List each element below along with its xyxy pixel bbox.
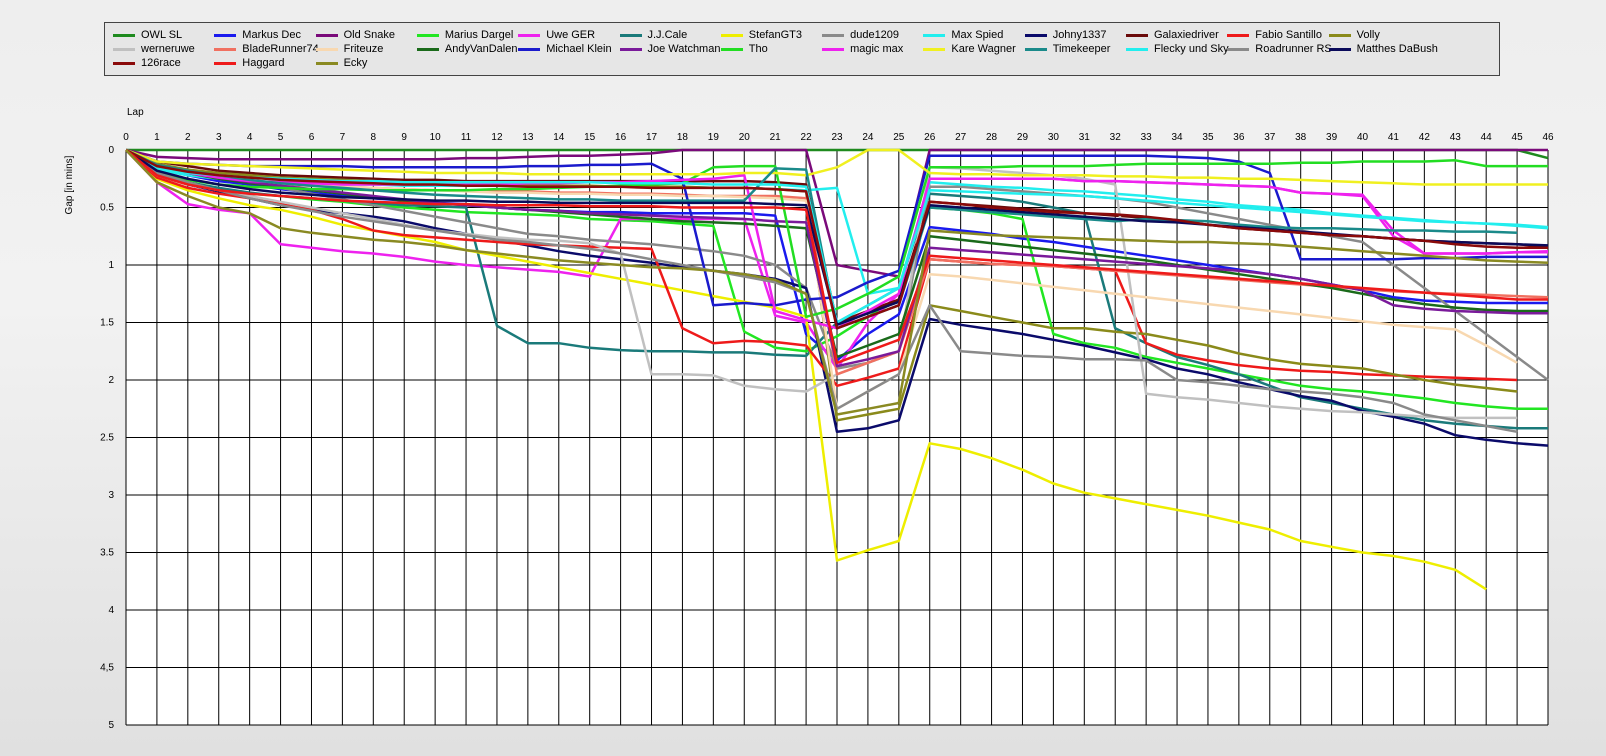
y-tick-label: 3.5: [100, 548, 114, 559]
x-tick-label: 9: [401, 132, 407, 143]
x-tick-label: 31: [1079, 132, 1091, 143]
x-tick-label: 37: [1264, 132, 1276, 143]
x-tick-label: 17: [646, 132, 658, 143]
x-tick-label: 0: [123, 132, 129, 143]
x-tick-label: 8: [371, 132, 377, 143]
x-tick-label: 43: [1450, 132, 1462, 143]
y-tick-label: 2: [108, 375, 114, 386]
x-tick-label: 28: [986, 132, 998, 143]
y-tick-label: 1.5: [100, 318, 114, 329]
x-tick-label: 14: [553, 132, 565, 143]
y-axis-title: Gap [in mins]: [64, 155, 75, 214]
x-tick-label: 13: [522, 132, 534, 143]
x-tick-label: 3: [216, 132, 222, 143]
y-tick-label: 4,5: [100, 663, 114, 674]
x-tick-label: 4: [247, 132, 253, 143]
x-tick-label: 38: [1295, 132, 1307, 143]
x-tick-label: 12: [491, 132, 503, 143]
x-tick-label: 7: [340, 132, 346, 143]
x-tick-label: 41: [1388, 132, 1400, 143]
x-tick-label: 22: [801, 132, 813, 143]
x-tick-label: 30: [1048, 132, 1060, 143]
x-tick-label: 21: [770, 132, 782, 143]
y-tick-label: 1: [108, 260, 114, 271]
x-tick-label: 15: [584, 132, 596, 143]
x-tick-label: 32: [1110, 132, 1122, 143]
x-tick-label: 36: [1233, 132, 1245, 143]
x-tick-label: 26: [924, 132, 936, 143]
x-tick-label: 39: [1326, 132, 1338, 143]
x-tick-label: 18: [677, 132, 689, 143]
x-tick-label: 10: [430, 132, 442, 143]
lap-chart: 0 1 2 3 4 5 6 7 8 9 10 11 12 13 14 15 16 17 18 19 20 21 22 23 24…: [64, 107, 1554, 731]
x-tick-label: 5: [278, 132, 284, 143]
x-tick-label: 45: [1512, 132, 1524, 143]
x-tick-label: 33: [1141, 132, 1153, 143]
x-tick-label: 44: [1481, 132, 1493, 143]
y-tick-label: 0: [108, 145, 114, 156]
x-tick-label: 34: [1171, 132, 1183, 143]
y-tick-label: 2.5: [100, 433, 114, 444]
y-tick-label: 0.5: [100, 203, 114, 214]
y-tick-label: 3: [108, 490, 114, 501]
x-tick-label: 20: [739, 132, 751, 143]
x-tick-label: 40: [1357, 132, 1369, 143]
x-tick-label: 1: [154, 132, 160, 143]
x-tick-label: 42: [1419, 132, 1431, 143]
x-tick-label: 27: [955, 132, 967, 143]
x-tick-label: 6: [309, 132, 315, 143]
y-tick-label: 4: [108, 605, 114, 616]
x-tick-label: 46: [1542, 132, 1554, 143]
x-axis-title: Lap: [127, 107, 144, 118]
x-tick-label: 25: [893, 132, 905, 143]
x-tick-label: 19: [708, 132, 720, 143]
x-tick-label: 35: [1202, 132, 1214, 143]
x-tick-label: 24: [862, 132, 874, 143]
x-tick-label: 23: [831, 132, 843, 143]
x-tick-label: 16: [615, 132, 627, 143]
y-tick-label: 5: [108, 720, 114, 731]
x-tick-label: 11: [461, 132, 472, 143]
x-tick-label: 29: [1017, 132, 1029, 143]
x-tick-label: 2: [185, 132, 191, 143]
